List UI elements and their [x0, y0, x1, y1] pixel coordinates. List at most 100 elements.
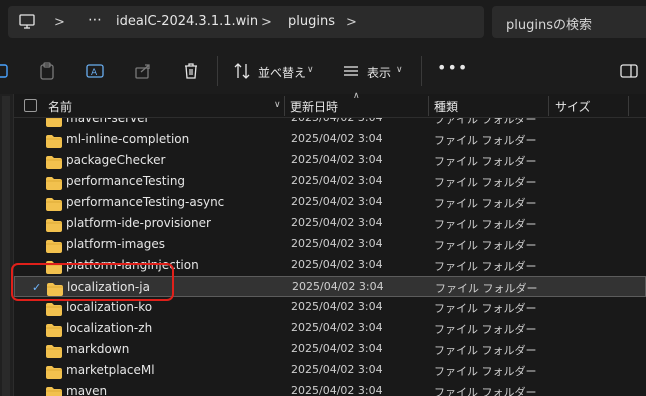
paste-icon[interactable]	[37, 61, 57, 81]
file-type: ファイル フォルダー	[435, 282, 538, 295]
computer-icon[interactable]	[18, 13, 36, 31]
folder-icon	[46, 343, 62, 358]
file-name[interactable]: markdown	[66, 342, 129, 356]
file-name[interactable]: maven-server	[66, 118, 149, 125]
folder-icon	[46, 133, 62, 148]
file-type: ファイル フォルダー	[434, 134, 537, 147]
file-row[interactable]: platform-images 2025/04/02 3:04 ファイル フォルダー	[14, 234, 646, 255]
folder-icon	[46, 154, 62, 169]
file-date: 2025/04/02 3:04	[291, 342, 383, 355]
file-date: 2025/04/02 3:04	[291, 321, 383, 334]
file-name[interactable]: performanceTesting	[66, 174, 185, 188]
file-date: 2025/04/02 3:04	[291, 300, 383, 313]
file-name[interactable]: platform-ide-provisioner	[66, 216, 211, 230]
file-date: 2025/04/02 3:04	[291, 132, 383, 145]
navigation-scrollbar[interactable]	[2, 96, 10, 396]
file-name[interactable]: performanceTesting-async	[66, 195, 224, 209]
view-icon[interactable]	[341, 61, 361, 81]
file-row[interactable]: performanceTesting-async 2025/04/02 3:04 フ…	[14, 192, 646, 213]
sort-icon[interactable]	[232, 61, 252, 81]
chevron-down-icon[interactable]: ∨	[274, 100, 281, 110]
more-locations-button[interactable]: ⋯	[88, 12, 103, 28]
file-type: ファイル フォルダー	[434, 155, 537, 168]
sort-caret-icon: ∧	[353, 91, 360, 101]
file-type: ファイル フォルダー	[434, 365, 537, 378]
file-date: 2025/04/02 3:04	[291, 153, 383, 166]
column-size[interactable]: サイズ	[555, 98, 591, 115]
file-type: ファイル フォルダー	[434, 260, 537, 273]
file-date: 2025/04/02 3:04	[291, 237, 383, 250]
select-all-checkbox[interactable]	[24, 99, 37, 112]
file-date: 2025/04/02 3:04	[291, 216, 383, 229]
file-name[interactable]: localization-zh	[66, 321, 152, 335]
folder-icon	[46, 175, 62, 190]
file-date: 2025/04/02 3:04	[291, 118, 383, 124]
file-name[interactable]: maven	[66, 384, 107, 396]
file-type: ファイル フォルダー	[434, 118, 537, 126]
share-icon[interactable]	[133, 61, 153, 81]
command-bar: A 並べ替え ∨ 表示 ∨ •••	[0, 46, 646, 94]
file-name[interactable]: marketplaceMl	[66, 363, 155, 377]
sort-button[interactable]: 並べ替え	[258, 64, 306, 81]
chevron-right-icon[interactable]: >	[261, 15, 272, 30]
file-date: 2025/04/02 3:04	[291, 363, 383, 376]
file-row[interactable]: performanceTesting 2025/04/02 3:04 ファイル フォ…	[14, 171, 646, 192]
search-placeholder: pluginsの検索	[506, 18, 592, 33]
svg-text:A: A	[91, 68, 98, 78]
file-row[interactable]: localization-zh 2025/04/02 3:04 ファイル フォルダー	[14, 318, 646, 339]
file-date: 2025/04/02 3:04	[291, 195, 383, 208]
address-bar[interactable]: > ⋯ idealC-2024.3.1.1.win > plugins >	[8, 6, 484, 38]
file-date: 2025/04/02 3:04	[291, 258, 383, 271]
chevron-right-icon[interactable]: >	[54, 15, 65, 30]
annotation-highlight-box	[11, 263, 174, 301]
file-type: ファイル フォルダー	[434, 386, 537, 396]
chevron-right-icon[interactable]: >	[346, 15, 357, 30]
divider	[217, 56, 218, 86]
rename-icon[interactable]: A	[85, 61, 105, 81]
chevron-down-icon[interactable]: ∨	[307, 65, 314, 75]
delete-icon[interactable]	[181, 61, 201, 81]
navigation-pane-edge	[0, 94, 14, 396]
column-name[interactable]: 名前	[48, 98, 72, 115]
column-date[interactable]: 更新日時	[290, 98, 338, 115]
column-divider[interactable]	[284, 96, 285, 116]
file-type: ファイル フォルダー	[434, 302, 537, 315]
file-type: ファイル フォルダー	[434, 323, 537, 336]
column-header: 名前 ∨ ∧ 更新日時 種類 サイズ	[14, 91, 646, 118]
file-row[interactable]: markdown 2025/04/02 3:04 ファイル フォルダー	[14, 339, 646, 360]
view-button[interactable]: 表示	[367, 64, 391, 81]
file-name[interactable]: ml-inline-completion	[66, 132, 189, 146]
folder-icon	[46, 118, 62, 127]
breadcrumb-idealc[interactable]: idealC-2024.3.1.1.win	[116, 14, 258, 29]
folder-icon	[46, 364, 62, 379]
file-row[interactable]: ml-inline-completion 2025/04/02 3:04 ファイル …	[14, 129, 646, 150]
file-row[interactable]: maven 2025/04/02 3:04 ファイル フォルダー	[14, 381, 646, 396]
file-row[interactable]: maven-server 2025/04/02 3:04 ファイル フォルダー	[14, 118, 646, 129]
file-name[interactable]: packageChecker	[66, 153, 165, 167]
folder-icon	[46, 322, 62, 337]
file-type: ファイル フォルダー	[434, 176, 537, 189]
file-name[interactable]: platform-images	[66, 237, 165, 251]
column-divider[interactable]	[428, 96, 429, 116]
column-type[interactable]: 種類	[434, 98, 458, 115]
folder-icon	[46, 238, 62, 253]
folder-icon	[46, 301, 62, 316]
file-row[interactable]: packageChecker 2025/04/02 3:04 ファイル フォルダー	[14, 150, 646, 171]
breadcrumb-plugins[interactable]: plugins	[288, 14, 335, 29]
file-list: maven-server2025/04/02 3:04ファイル フォルダーml-…	[14, 118, 646, 396]
folder-icon	[46, 217, 62, 232]
file-date: 2025/04/02 3:04	[291, 174, 383, 187]
copy-icon[interactable]	[0, 61, 12, 81]
details-pane-icon[interactable]	[619, 61, 639, 81]
chevron-down-icon[interactable]: ∨	[396, 65, 403, 75]
file-name[interactable]: localization-ko	[66, 300, 152, 314]
folder-icon	[46, 385, 62, 396]
column-divider[interactable]	[548, 96, 549, 116]
file-type: ファイル フォルダー	[434, 197, 537, 210]
search-input[interactable]: pluginsの検索	[492, 6, 646, 38]
file-row[interactable]: platform-ide-provisioner 2025/04/02 3:04 フ…	[14, 213, 646, 234]
column-divider[interactable]	[628, 96, 629, 116]
file-date: 2025/04/02 3:04	[292, 280, 384, 293]
see-more-button[interactable]: •••	[437, 58, 468, 77]
file-row[interactable]: marketplaceMl 2025/04/02 3:04 ファイル フォルダー	[14, 360, 646, 381]
